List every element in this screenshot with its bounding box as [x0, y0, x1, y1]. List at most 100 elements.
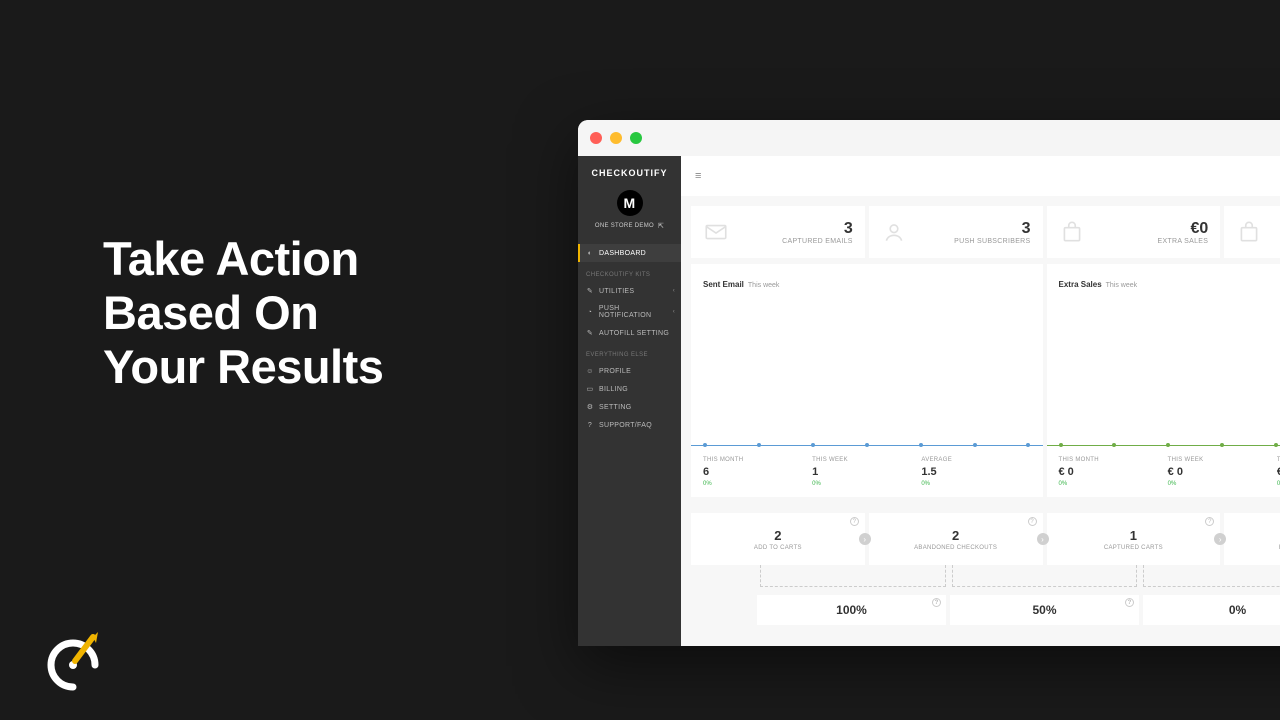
arrow-right-icon: ›	[859, 533, 871, 545]
stat-label: EXTRA SALES	[1095, 238, 1209, 245]
wand-icon: ✎	[586, 287, 594, 295]
chevron-left-icon: ‹	[673, 309, 675, 315]
bell-icon: ◔	[586, 308, 594, 316]
sidebar-item-label: PUSH NOTIFICATION	[599, 305, 673, 319]
topbar: ≡ One Store Demo	[681, 156, 1280, 196]
funnel-value: 2	[952, 528, 959, 543]
external-link-icon[interactable]: ⇱	[658, 222, 664, 230]
panel-sent-email: Sent Email This week	[691, 264, 1043, 449]
stat-captured-emails: 3 CAPTURED EMAILS	[691, 206, 865, 258]
headline-line-2: Based On	[103, 286, 383, 340]
stat-extra-sales: €0 EXTRA SALES	[1047, 206, 1221, 258]
sidebar-item-push[interactable]: ◔ PUSH NOTIFICATION ‹	[578, 300, 681, 324]
pct-value: 50%	[1032, 603, 1056, 617]
funnel-recovered: ? 0 RECOVERED CARTS	[1224, 513, 1280, 565]
sidebar-item-label: PROFILE	[599, 368, 631, 375]
funnel-row: ? 2 ADD TO CARTS › ? 2 ABANDONED CHECKOU…	[691, 513, 1280, 565]
sidebar-item-label: BILLING	[599, 386, 628, 393]
sidebar-item-label: DASHBOARD	[599, 250, 646, 257]
app-window: CHECKOUTIFY M ONE STORE DEMO ⇱ ◐ DASHBOA…	[578, 120, 1280, 646]
stat-label: PUSH SUBSCRIBERS	[917, 238, 1031, 245]
funnel-captured: ? 1 CAPTURED CARTS ›	[1047, 513, 1221, 565]
funnel-connectors	[691, 565, 1280, 595]
store-name: ONE STORE DEMO	[595, 223, 654, 229]
sidebar-item-billing[interactable]: ▭ BILLING	[578, 380, 681, 398]
funnel-abandoned: ? 2 ABANDONED CHECKOUTS ›	[869, 513, 1043, 565]
users-icon	[881, 219, 907, 245]
chart-points	[1047, 443, 1280, 449]
panel-title: Sent Email	[703, 280, 744, 289]
pct-card-3: 0% ?	[1143, 595, 1280, 625]
mini-value: € 0	[1059, 466, 1168, 478]
funnel-label: ABANDONED CHECKOUTS	[914, 545, 997, 551]
mini-value: € 0	[1168, 466, 1277, 478]
funnel-add-to-carts: ? 2 ADD TO CARTS ›	[691, 513, 865, 565]
panel-subtitle: This week	[1106, 282, 1138, 289]
sidebar-item-autofill[interactable]: ✎ AUTOFILL SETTING	[578, 324, 681, 342]
bag-icon	[1059, 219, 1085, 245]
stats-row: 3 CAPTURED EMAILS 3 PUSH SUBSCRIBERS	[691, 206, 1280, 258]
stat-value: 3	[917, 220, 1031, 238]
mini-pct: 0%	[1059, 481, 1168, 487]
minimize-icon[interactable]	[610, 132, 622, 144]
stat-label: LOST REVENUE	[1272, 238, 1280, 245]
help-icon[interactable]: ?	[1205, 517, 1214, 526]
envelope-icon	[703, 219, 729, 245]
stat-value: €34.14	[1272, 220, 1280, 238]
brand-logo-icon	[43, 625, 103, 695]
sidebar-item-setting[interactable]: ⚙ SETTING	[578, 398, 681, 416]
help-icon[interactable]: ?	[1125, 598, 1134, 607]
help-icon[interactable]: ?	[850, 517, 859, 526]
bag-icon	[1236, 219, 1262, 245]
mini-label: THIS WEEK	[812, 457, 921, 463]
gear-icon: ⚙	[586, 403, 594, 411]
percent-row: 100% ? 50% ? 0% ?	[691, 595, 1280, 625]
window-titlebar	[578, 120, 1280, 156]
pct-value: 0%	[1229, 603, 1246, 617]
sidebar-item-utilities[interactable]: ✎ UTILITIES ‹	[578, 282, 681, 300]
sidebar-heading-kits: CHECKOUTIFY KITS	[578, 262, 681, 282]
sidebar-nav: ◐ DASHBOARD CHECKOUTIFY KITS ✎ UTILITIES…	[578, 240, 681, 434]
gauge-icon: ◐	[586, 249, 594, 257]
sidebar-item-label: AUTOFILL SETTING	[599, 330, 669, 337]
sidebar-heading-else: EVERYTHING ELSE	[578, 342, 681, 362]
maximize-icon[interactable]	[630, 132, 642, 144]
sidebar: CHECKOUTIFY M ONE STORE DEMO ⇱ ◐ DASHBOA…	[578, 156, 681, 646]
mini-pct: 0%	[703, 481, 812, 487]
store-avatar: M	[617, 190, 643, 216]
help-icon[interactable]: ?	[932, 598, 941, 607]
stat-lost-revenue: €34.14 LOST REVENUE	[1224, 206, 1280, 258]
sidebar-item-profile[interactable]: ☺ PROFILE	[578, 362, 681, 380]
help-icon[interactable]: ?	[1028, 517, 1037, 526]
mini-pct: 0%	[1168, 481, 1277, 487]
chevron-left-icon: ‹	[673, 288, 675, 294]
mini-label: AVERAGE	[921, 457, 1030, 463]
sidebar-item-support[interactable]: ? SUPPORT/FAQ	[578, 416, 681, 434]
mini-stats-right: THIS MONTH€ 00% THIS WEEK€ 00% TODAY€ 00…	[1047, 449, 1280, 497]
mini-value: 1	[812, 466, 921, 478]
funnel-label: ADD TO CARTS	[754, 545, 802, 551]
user-icon: ☺	[586, 367, 594, 375]
mini-pct: 0%	[812, 481, 921, 487]
sidebar-item-dashboard[interactable]: ◐ DASHBOARD	[578, 244, 681, 262]
arrow-right-icon: ›	[1037, 533, 1049, 545]
mini-value: 6	[703, 466, 812, 478]
stat-value: €0	[1095, 220, 1209, 238]
store-badge[interactable]: M ONE STORE DEMO ⇱	[578, 182, 681, 240]
pct-value: 100%	[836, 603, 867, 617]
chart-points	[691, 443, 1043, 449]
marketing-headline: Take Action Based On Your Results	[103, 232, 383, 394]
card-icon: ▭	[586, 385, 594, 393]
pct-card-2: 50% ?	[950, 595, 1139, 625]
close-icon[interactable]	[590, 132, 602, 144]
sidebar-item-label: UTILITIES	[599, 288, 634, 295]
headline-line-1: Take Action	[103, 232, 383, 286]
funnel-value: 1	[1130, 528, 1137, 543]
headline-line-3: Your Results	[103, 340, 383, 394]
panel-extra-sales: Extra SalesThis week	[1047, 264, 1280, 449]
hamburger-icon[interactable]: ≡	[695, 170, 701, 182]
funnel-label: CAPTURED CARTS	[1104, 545, 1163, 551]
mini-label: THIS WEEK	[1168, 457, 1277, 463]
funnel-value: 2	[774, 528, 781, 543]
panel-subtitle: This week	[748, 282, 780, 289]
